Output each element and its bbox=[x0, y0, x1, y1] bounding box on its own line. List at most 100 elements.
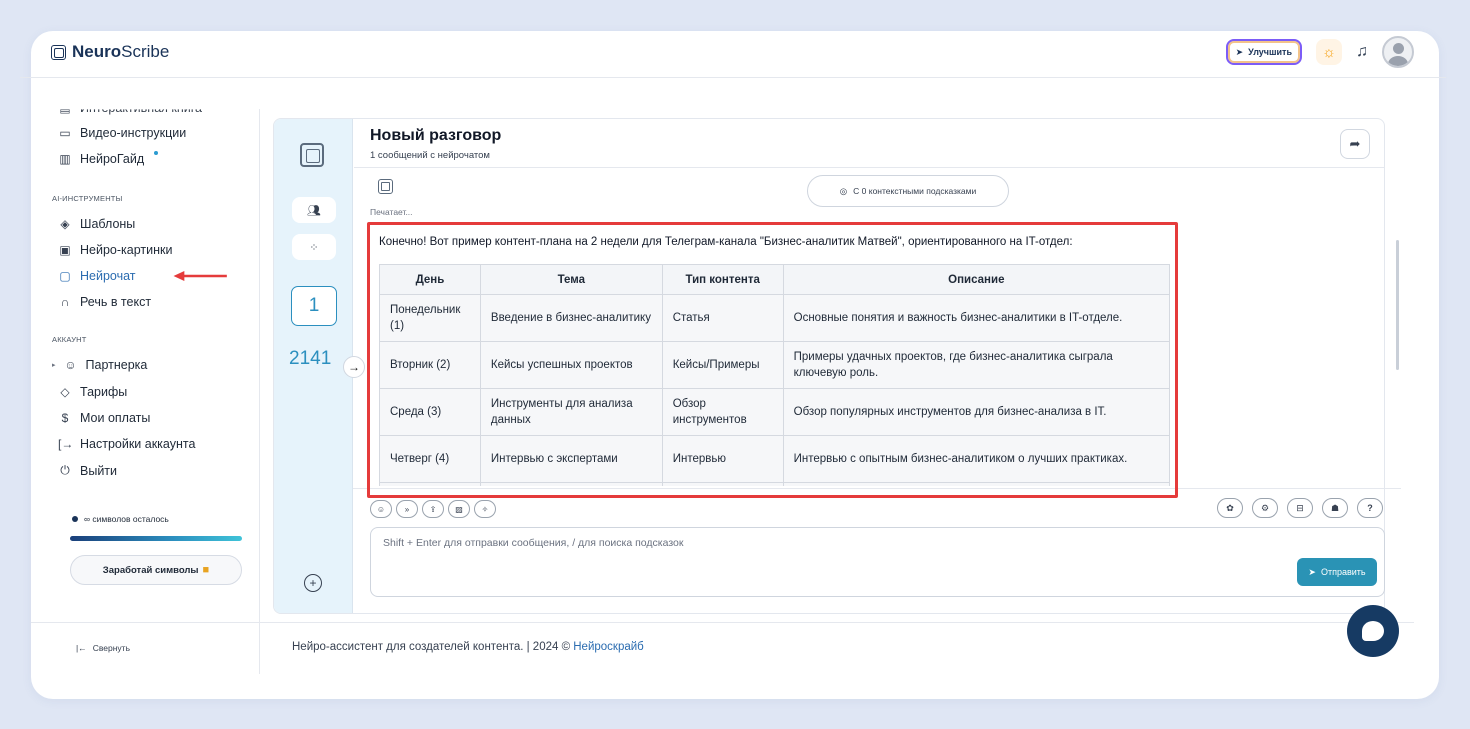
chat-rail: 👥︎ ⁘ 1 2141 + bbox=[274, 119, 353, 613]
send-button[interactable]: ➤ Отправить bbox=[1297, 558, 1377, 586]
table-cell: Обзор популярных инструментов для бизнес… bbox=[782, 388, 1171, 436]
users-group-icon[interactable]: 👥︎ bbox=[292, 197, 336, 223]
table-cell: Обзор инструментов bbox=[661, 388, 784, 436]
layout-icon[interactable]: ⊟ bbox=[1287, 498, 1313, 518]
headphones-icon: ∩ bbox=[60, 295, 70, 309]
symbols-progress-bar bbox=[70, 536, 242, 541]
upgrade-button[interactable]: ➤ Улучшить bbox=[1225, 39, 1302, 65]
table-cell: Интервью с экспертами bbox=[479, 435, 663, 483]
neuroscribe-logo-icon bbox=[300, 143, 324, 167]
table-cell: Интервью с опытным бизнес-аналитиком о л… bbox=[782, 435, 1171, 483]
sidebar-divider bbox=[259, 109, 260, 674]
logo-icon bbox=[51, 44, 66, 60]
emoji-icon[interactable]: ☺ bbox=[370, 500, 392, 518]
upload-icon[interactable]: ⇪ bbox=[422, 500, 444, 518]
table-cell: Понедельник (1) bbox=[379, 294, 481, 342]
table-cell: Кейсы успешных проектов bbox=[479, 341, 663, 389]
bell-icon[interactable]: ♫ bbox=[1356, 43, 1368, 61]
plugin-icon[interactable]: ✿ bbox=[1217, 498, 1243, 518]
sidebar-item-neurochat[interactable]: ▢ Нейрочат bbox=[58, 269, 135, 283]
settings-gear-icon[interactable]: ⚙ bbox=[1252, 498, 1278, 518]
power-icon: ⏻ bbox=[60, 463, 70, 477]
footer: Нейро-ассистент для создателей контента.… bbox=[292, 641, 644, 653]
table-row: Понедельник (1) Введение в бизнес-аналит… bbox=[379, 294, 1171, 342]
content-plan-table: День Тема Тип контента Описание Понедель… bbox=[379, 264, 1171, 486]
table-cell: Интервью bbox=[661, 435, 784, 483]
bot-avatar-icon bbox=[378, 179, 393, 194]
messages-scrollbar[interactable] bbox=[1396, 240, 1399, 370]
header-actions: ➤ Улучшить ☼ ♫ bbox=[1225, 36, 1414, 68]
new-indicator bbox=[154, 151, 159, 155]
context-hints-button[interactable]: ◎ С 0 контекстными подсказками bbox=[807, 175, 1009, 207]
sidebar-item-partner[interactable]: ▸ ☺ Партнерка bbox=[52, 358, 147, 372]
sidebar-item-payments[interactable]: $ Мои оплаты bbox=[58, 411, 151, 425]
composer-divider bbox=[353, 488, 1401, 489]
table-cell: Введение в бизнес-аналитику bbox=[479, 294, 663, 342]
collapse-chevrons-icon[interactable]: » bbox=[396, 500, 418, 518]
token-total: 2141 bbox=[289, 348, 332, 369]
sidebar-item-neuroguide[interactable]: ▥ НейроГайд bbox=[58, 151, 159, 166]
chat-title: Новый разговор bbox=[370, 127, 502, 144]
magic-wand-icon[interactable]: ✧ bbox=[474, 500, 496, 518]
table-header: Описание bbox=[782, 264, 1171, 295]
theme-toggle-sun-icon[interactable]: ☼ bbox=[1316, 39, 1342, 65]
sidebar-item-video[interactable]: ▭ Видео-инструкции bbox=[58, 126, 186, 140]
table-header-row: День Тема Тип контента Описание bbox=[379, 264, 1171, 295]
image-insert-icon[interactable]: ▨ bbox=[448, 500, 470, 518]
grid-icon[interactable]: ⁘ bbox=[292, 234, 336, 260]
table-cell: Основные понятия и важность бизнес-анали… bbox=[782, 294, 1171, 342]
bot-message: Конечно! Вот пример контент-плана на 2 н… bbox=[370, 224, 1175, 486]
sidebar-bottom-divider bbox=[31, 622, 259, 623]
gift-icon: ■ bbox=[202, 564, 210, 576]
chat-icon: ▢ bbox=[59, 269, 71, 283]
sidebar-item-account-settings[interactable]: [→ Настройки аккаунта bbox=[58, 437, 195, 451]
sidebar-item-tariffs[interactable]: ◇ Тарифы bbox=[58, 385, 127, 399]
table-header: Тема bbox=[479, 264, 663, 295]
symbols-remaining: ∞ символов осталось bbox=[72, 514, 169, 524]
section-ai-tools: AI-ИНСТРУМЕНТЫ bbox=[52, 194, 123, 203]
app-logo[interactable]: Neuro Scribe bbox=[51, 42, 169, 62]
typing-indicator: Печатает... bbox=[370, 207, 413, 217]
caret-right-icon: ▸ bbox=[52, 362, 56, 369]
earn-symbols-button[interactable]: Заработай символы ■ bbox=[70, 555, 242, 585]
sidebar-item-templates[interactable]: ◈ Шаблоны bbox=[58, 217, 135, 231]
annotation-arrow bbox=[173, 271, 227, 281]
rocket-icon: ➤ bbox=[1235, 46, 1244, 57]
table-cell: Инструменты для анализа данных bbox=[479, 388, 663, 436]
sidebar-item-neuro-images[interactable]: ▣ Нейро-картинки bbox=[58, 243, 172, 257]
palette-icon: ◎ bbox=[839, 185, 848, 196]
table-cell: Среда (3) bbox=[379, 388, 481, 436]
message-intro: Конечно! Вот пример контент-плана на 2 н… bbox=[379, 236, 1073, 248]
robot-icon[interactable]: ☗ bbox=[1322, 498, 1348, 518]
table-cell: Примеры удачных проектов, где бизнес-ана… bbox=[782, 341, 1171, 389]
layers-icon: ◈ bbox=[60, 217, 70, 231]
support-chat-button[interactable] bbox=[1347, 605, 1399, 657]
table-row: Вторник (2) Кейсы успешных проектов Кейс… bbox=[379, 341, 1171, 389]
sidebar-item-logout[interactable]: ⏻ Выйти bbox=[58, 463, 117, 478]
table-row: Четверг (4) Интервью с экспертами Интерв… bbox=[379, 435, 1171, 483]
sidebar-item-speech-to-text[interactable]: ∩ Речь в текст bbox=[58, 295, 151, 309]
chat-subtitle: 1 сообщений с нейрочатом bbox=[370, 150, 490, 161]
dollar-icon: $ bbox=[61, 411, 69, 425]
send-icon: ➤ bbox=[1308, 566, 1316, 577]
new-chat-plus-icon[interactable]: + bbox=[304, 574, 322, 592]
status-dot bbox=[72, 516, 78, 522]
user-avatar[interactable] bbox=[1382, 36, 1414, 68]
header-divider bbox=[20, 77, 1446, 78]
footer-divider bbox=[259, 622, 1414, 623]
message-counter: 1 bbox=[291, 286, 337, 326]
collapse-sidebar-button[interactable]: |← Свернуть bbox=[76, 643, 130, 653]
chat-header-divider bbox=[354, 167, 1384, 168]
table-header: День bbox=[379, 264, 481, 295]
message-input[interactable] bbox=[383, 537, 1183, 549]
login-icon: [→ bbox=[58, 437, 74, 451]
table-row: Среда (3) Инструменты для анализа данных… bbox=[379, 388, 1171, 436]
table-cell: Кейсы/Примеры bbox=[661, 341, 784, 389]
share-icon[interactable]: ➦ bbox=[1340, 129, 1370, 159]
guide-icon: ▥ bbox=[59, 152, 71, 166]
footer-link[interactable]: Нейроскрайб bbox=[573, 641, 644, 653]
expand-arrow-icon[interactable]: → bbox=[343, 356, 365, 378]
help-icon[interactable]: ? bbox=[1357, 498, 1383, 518]
table-header: Тип контента bbox=[661, 264, 784, 295]
users-icon: ☺ bbox=[64, 358, 77, 372]
